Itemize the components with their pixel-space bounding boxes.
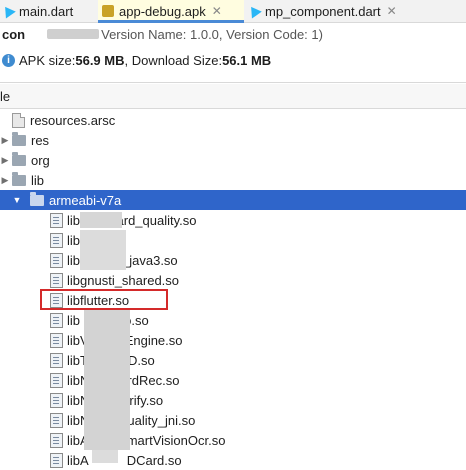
tree-item-label-tail: martVisionOcr.so (126, 432, 226, 448)
library-file-icon (50, 452, 63, 468)
tree-item-label: lib (31, 172, 45, 188)
column-header-label: le (0, 88, 11, 104)
redacted-text (80, 230, 126, 270)
library-file-icon (50, 432, 63, 448)
tree-item-label-tail: Engine.so (124, 332, 183, 348)
tree-item-label-tail: _java3.so (122, 252, 178, 268)
folder-icon (30, 191, 44, 206)
tree-item-so[interactable]: libT D.so (0, 350, 466, 370)
tab-label: main.dart (19, 3, 74, 19)
tree-item-so[interactable]: lib (0, 230, 466, 250)
tree-item-so[interactable]: lib _java3.so (0, 250, 466, 270)
editor-tabs: main.dart app-debug.apk ✕ mp_component.d… (0, 0, 466, 23)
column-header[interactable]: le (0, 84, 466, 109)
tree-item-lib[interactable]: ▶ lib (0, 170, 466, 190)
redacted-text (47, 29, 100, 39)
tab-mp-component-dart[interactable]: mp_component.dart ✕ (248, 0, 413, 22)
tree-item-label: resources.arsc (30, 112, 116, 128)
redacted-text (92, 450, 118, 463)
file-icon (12, 112, 25, 128)
tree-item-label-tail: gnusti_shared.so (80, 272, 180, 288)
size-prefix: APK size: (19, 52, 76, 68)
library-file-icon (50, 412, 63, 428)
tree-item-label: libA (67, 452, 89, 468)
tree-item-so[interactable]: lib card_quality.so (0, 210, 466, 230)
tree-item-so[interactable]: libA DCard.so (0, 450, 466, 470)
tree-item-label: lib (67, 272, 81, 288)
apk-size-value: 56.9 MB (75, 52, 125, 68)
tree-item-label: armeabi-v7a (49, 192, 122, 208)
size-middle: , Download Size: (124, 52, 223, 68)
tree-item-label: res (31, 132, 50, 148)
info-icon: i (2, 53, 15, 67)
tree-item-label-tail: card_quality.so (110, 212, 197, 228)
chevron-right-icon[interactable]: ▶ (0, 135, 10, 145)
tree-item-label-tail: D.so (127, 352, 155, 368)
library-file-icon (50, 392, 63, 408)
tab-label: mp_component.dart (265, 3, 381, 19)
folder-icon (12, 171, 26, 186)
tree-item-label: org (31, 152, 50, 168)
tree-item-label: lib (67, 212, 81, 228)
tree-item-res[interactable]: ▶ res (0, 130, 466, 150)
tab-label: app-debug.apk (119, 3, 206, 19)
tree-item-label-tail: DCard.so (126, 452, 182, 468)
chevron-down-icon[interactable]: ▼ (12, 195, 22, 205)
divider (0, 82, 466, 83)
tab-app-debug-apk[interactable]: app-debug.apk ✕ (98, 0, 244, 23)
tree-item-so[interactable]: lib gnusti_shared.so (0, 270, 466, 290)
redacted-text (84, 310, 130, 450)
library-file-icon (50, 212, 63, 228)
close-icon[interactable]: ✕ (212, 4, 222, 18)
libflutter-highlight-box (40, 289, 168, 310)
apk-size-row: i APK size: 56.9 MB , Download Size: 56.… (0, 48, 466, 72)
chevron-right-icon[interactable]: ▶ (0, 155, 10, 165)
chevron-right-icon[interactable]: ▶ (0, 175, 10, 185)
tree-item-so[interactable]: libN uality_jni.so (0, 410, 466, 430)
version-info: Version Name: 1.0.0, Version Code: 1) (101, 26, 323, 42)
tree-item-so[interactable]: libcrypto.so (0, 310, 466, 330)
apk-identity-row: con Version Name: 1.0.0, Version Code: 1… (0, 22, 466, 46)
tree-item-label: lib (67, 232, 81, 248)
tree-item-armeabi-v7a[interactable]: ▼ armeabi-v7a (0, 190, 466, 210)
tree-item-resources-arsc[interactable]: resources.arsc (0, 110, 466, 130)
folder-icon (12, 151, 26, 166)
download-size-value: 56.1 MB (222, 52, 272, 68)
apk-file-icon (102, 5, 114, 17)
close-icon[interactable]: ✕ (387, 4, 397, 18)
tree-item-so[interactable]: libN rdRec.so (0, 370, 466, 390)
tree-item-label-tail: rify.so (129, 392, 164, 408)
tree-item-org[interactable]: ▶ org (0, 150, 466, 170)
dart-file-icon (248, 5, 260, 17)
redacted-text (80, 212, 122, 228)
tree-item-label-tail: rdRec.so (127, 372, 180, 388)
library-file-icon (50, 372, 63, 388)
tree-item-so[interactable]: libV Engine.so (0, 330, 466, 350)
app-id: con (2, 26, 26, 42)
tree-item-label: lib (67, 312, 81, 328)
tree-item-label-tail: uality_jni.so (127, 412, 196, 428)
dart-file-icon (2, 5, 14, 17)
library-file-icon (50, 232, 63, 248)
tab-main-dart[interactable]: main.dart (2, 0, 90, 22)
library-file-icon (50, 252, 63, 268)
tree-item-so[interactable]: libA martVisionOcr.so (0, 430, 466, 450)
library-file-icon (50, 352, 63, 368)
library-file-icon (50, 332, 63, 348)
folder-icon (12, 131, 26, 146)
library-file-icon (50, 312, 63, 328)
library-file-icon (50, 272, 63, 288)
tree-item-so[interactable]: libN rify.so (0, 390, 466, 410)
tree-item-label: lib (67, 252, 81, 268)
